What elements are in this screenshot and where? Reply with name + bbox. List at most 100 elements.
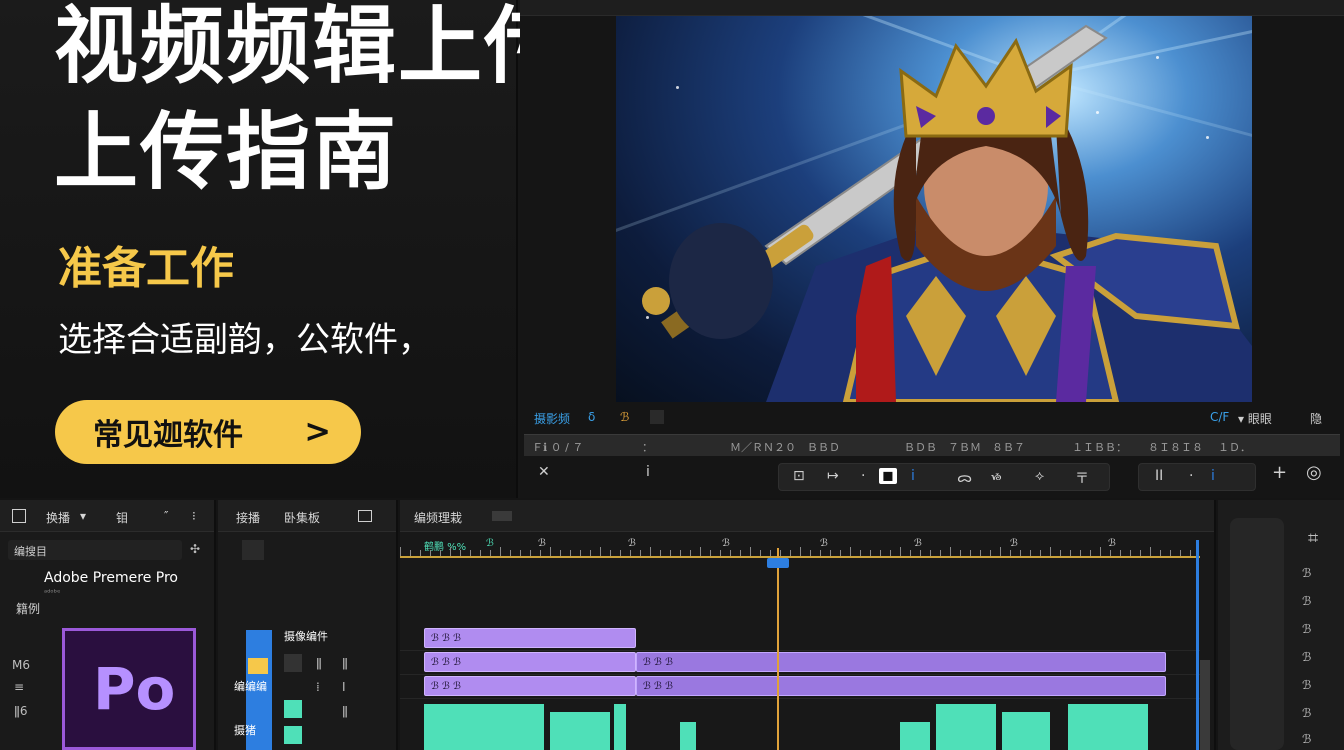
marker-icon[interactable]: ⅰ [646, 464, 650, 480]
go-to-in-icon[interactable]: ↦ [827, 468, 839, 484]
tab-media[interactable]: 钼 [116, 509, 128, 526]
dropdown-icon[interactable]: ▾ [80, 509, 86, 523]
ruler-label: ℬ [486, 538, 494, 549]
track-cell[interactable]: Ⅰ [342, 680, 346, 694]
ruler-tick [870, 550, 871, 556]
ruler-tick [1040, 550, 1041, 556]
premiere-pro-thumbnail[interactable]: Po [62, 628, 196, 750]
project-side-label: ǁ6 [14, 704, 28, 718]
video-clip[interactable]: ℬ ℬ ℬ [636, 676, 1166, 696]
track-cell[interactable]: ǁ [316, 656, 322, 670]
video-preview-image [616, 16, 1252, 402]
play-button[interactable]: ⅰ [911, 468, 915, 484]
step-back-icon[interactable]: ⊡ [793, 468, 805, 484]
project-search-input[interactable]: 编搜目 [8, 540, 182, 560]
ruler-tick [950, 547, 951, 556]
ruler-tick [900, 547, 901, 556]
step-forward-icon[interactable]: ᯅ [957, 468, 972, 487]
cta-button[interactable]: 常见迦软件 > [55, 400, 361, 464]
video-clip[interactable]: ℬ ℬ ℬ [424, 652, 636, 672]
audio-clip[interactable] [614, 704, 626, 750]
panel-window-icon[interactable] [358, 510, 372, 522]
ruler-tick [720, 550, 721, 556]
project-item-caption: ᵃᵈᵒᵇᵉ [44, 588, 61, 597]
track-cell[interactable]: ⁞ [316, 680, 320, 694]
tool-grid-icon[interactable]: ⌗ [1308, 528, 1318, 549]
tab-extra[interactable]: ″ [164, 509, 168, 523]
tool-item[interactable]: ℬ [1302, 706, 1311, 720]
video-clip[interactable]: ℬ ℬ ℬ [424, 628, 636, 648]
extract-icon[interactable]: 〒 [1075, 468, 1089, 488]
timeline-ruler[interactable]: 鹤鹏 %% ℬ ℬ ℬ ℬ ℬ ℬ ℬ ℬ [400, 532, 1200, 558]
track-color-swatch [248, 658, 268, 674]
ruler-tick [630, 550, 631, 556]
settings-icon[interactable]: ◎ [1306, 462, 1322, 483]
export-frame-icon[interactable]: ⅰ [1211, 468, 1215, 484]
tool-item[interactable]: ℬ [1302, 732, 1311, 746]
stop-button[interactable]: ◼ [879, 468, 897, 484]
ruler-tick [810, 550, 811, 556]
track-toggle[interactable] [284, 700, 302, 718]
timeline-scrollbar[interactable] [1200, 660, 1210, 750]
pause-icon[interactable]: ⅠⅠ [1155, 468, 1163, 484]
audio-clip[interactable] [900, 722, 930, 750]
tool-item[interactable]: ℬ [1302, 650, 1311, 664]
track-label: 摄像编件 [284, 630, 328, 643]
go-to-out-icon[interactable]: ᏹ [991, 468, 1001, 484]
tab-project[interactable]: 换播 [46, 509, 70, 526]
clip-label: ℬ ℬ ℬ [431, 633, 461, 644]
audio-clip[interactable] [550, 712, 610, 750]
track-panel-header: 接播 卧集板 [218, 500, 396, 532]
monitor-square-icon[interactable] [650, 410, 664, 424]
audio-clip[interactable] [424, 704, 544, 750]
tab-clipboard[interactable]: 卧集板 [284, 509, 320, 526]
ruler-tick [1130, 550, 1131, 556]
monitor-status-right-2[interactable]: ▾ 眼眼 [1238, 410, 1272, 427]
close-icon[interactable]: ✕ [538, 464, 550, 480]
track-cell[interactable]: ǁ [342, 656, 348, 670]
audio-clip[interactable] [936, 704, 996, 750]
timeline-menu-icon[interactable] [492, 511, 512, 521]
ruler-tick [1190, 550, 1191, 556]
tool-item[interactable]: ℬ [1302, 678, 1311, 692]
lift-icon[interactable]: ⟡ [1035, 468, 1044, 484]
track-thumb-icon[interactable] [242, 540, 264, 560]
tab-more-icon[interactable]: ⁝ [192, 509, 196, 523]
playhead[interactable] [777, 548, 779, 750]
tool-item[interactable]: ℬ [1302, 622, 1311, 636]
ruler-tick [800, 547, 801, 556]
video-clip[interactable]: ℬ ℬ ℬ [424, 676, 636, 696]
ruler-tick [660, 550, 661, 556]
ruler-tick [400, 547, 401, 556]
track-panel: 接播 卧集板 摄像编件 编编编 摄猪 ǁ ⁞ ǁ Ⅰ ǁ [218, 500, 398, 750]
ruler-tick [470, 550, 471, 556]
ruler-tick [600, 547, 601, 556]
timeline-end-marker[interactable] [1196, 540, 1199, 750]
monitor-status-row: 摄影频 δ ℬ C/F ▾ 眼眼 隐 [520, 404, 1344, 430]
track-cell[interactable]: ǁ [342, 704, 348, 718]
ruler-tick [520, 550, 521, 556]
ruler-tick [700, 547, 701, 556]
tab-effects[interactable]: 接播 [236, 509, 260, 526]
ruler-tick [1080, 550, 1081, 556]
add-icon[interactable]: + [1272, 462, 1287, 483]
project-item-title[interactable]: Adobe Premere Pro [44, 570, 178, 586]
hero-area: 视频频辑上传Po 上传指南 准备工作 选择合适副韵，公软件， 常见迦软件 > 摄… [0, 0, 1344, 498]
monitor-ruler[interactable]: Ｆℹ ０ / ７ ： Ｍ／ＲＮ２０ ＢＢＤ ＢＤＢ ７ＢＭ ８Ｂ７ １ＩＢＢ： … [524, 434, 1340, 456]
audio-clip[interactable] [1002, 712, 1050, 750]
audio-clip[interactable] [1068, 704, 1148, 750]
add-item-icon[interactable]: ✣ [190, 542, 200, 556]
track-toggle[interactable] [284, 726, 302, 744]
ruler-tick [500, 547, 501, 556]
track-toggle[interactable] [284, 654, 302, 672]
playhead-handle[interactable] [767, 558, 789, 568]
tool-item[interactable]: ℬ [1302, 594, 1311, 608]
video-clip[interactable]: ℬ ℬ ℬ [636, 652, 1166, 672]
audio-clip[interactable] [680, 722, 696, 750]
tool-item[interactable]: ℬ [1302, 566, 1311, 580]
ruler-tick [910, 550, 911, 556]
ruler-tick [850, 547, 851, 556]
ruler-tick [1170, 550, 1171, 556]
panel-menu-icon[interactable] [12, 509, 26, 523]
hero-subtitle: 准备工作 [58, 243, 234, 294]
